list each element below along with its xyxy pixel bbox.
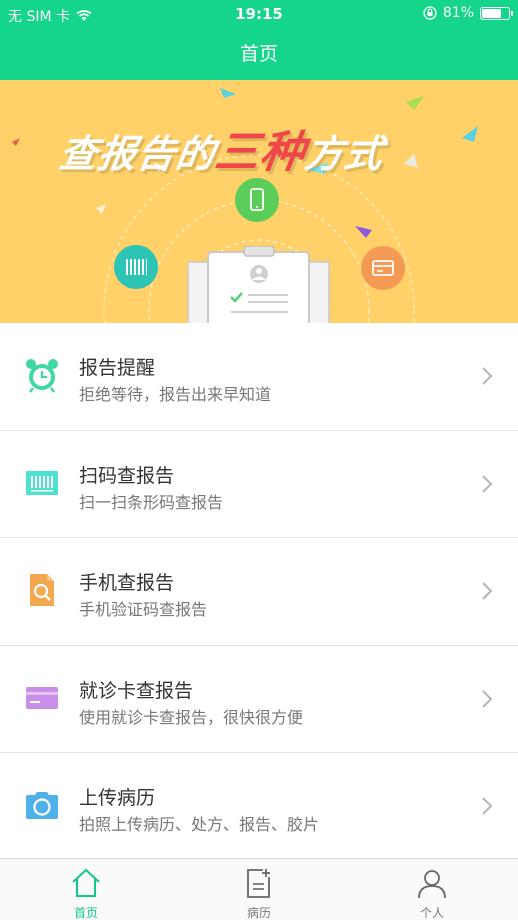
chevron-right-icon [482,367,493,385]
tab-home[interactable]: 首页 [0,859,172,920]
banner-headline: 查报告的三种方式 [56,116,389,180]
medical-record-icon [247,869,270,898]
banner-phone-icon [235,178,279,222]
battery-percent: 81% [442,5,474,21]
battery-icon [480,6,513,20]
menu-item-title: 扫码查报告 [79,464,175,487]
tab-label: 病历 [246,906,271,920]
banner-card-icon [361,246,405,290]
banner-barcode-icon [114,245,158,289]
menu-item-subtitle: 拒绝等待，报告出来早知道 [79,385,272,404]
tab-bar: 首页 病历 个人 [0,858,518,920]
menu-item-subtitle: 使用就诊卡查报告，很快很方便 [79,707,304,727]
menu-item-clinic-card[interactable]: 就诊卡查报告 使用就诊卡查报告，很快很方便 [0,645,518,753]
chevron-right-icon [482,689,493,708]
document-search-icon [30,574,54,606]
menu-list: 报告提醒 拒绝等待，报告出来早知道 扫码查报告 扫一扫条形码查报告 手机查报告 … [0,323,518,861]
nav-bar: 首页 [0,28,518,80]
menu-item-title: 手机查报告 [79,572,175,594]
person-icon [418,870,446,899]
home-icon [72,868,100,897]
menu-item-phone-report[interactable]: 手机查报告 手机验证码查报告 [0,538,518,646]
alarm-clock-icon [26,359,58,393]
chevron-right-icon [482,582,493,600]
menu-item-subtitle: 手机验证码查报告 [79,600,208,619]
tab-personal[interactable]: 个人 [346,859,518,920]
menu-item-subtitle: 拍照上传病历、处方、报告、胶片 [79,815,320,834]
banner[interactable]: 查报告的三种方式 [0,80,518,323]
clipboard-illustration [186,245,331,323]
menu-item-scan-barcode[interactable]: 扫码查报告 扫一扫条形码查报告 [0,430,518,538]
headline-highlight: 三种 [211,127,309,178]
card-icon [26,686,58,709]
menu-item-title: 就诊卡查报告 [79,679,194,702]
chevron-right-icon [482,797,493,815]
camera-icon [26,792,58,819]
menu-item-title: 报告提醒 [79,357,156,379]
tab-medical-record[interactable]: 病历 [173,859,345,920]
menu-item-report-reminder[interactable]: 报告提醒 拒绝等待，报告出来早知道 [0,323,518,431]
menu-item-subtitle: 扫一扫条形码查报告 [79,492,224,512]
headline-part1: 查报告的 [56,132,219,176]
tab-label: 首页 [73,906,98,920]
rotation-lock-icon [423,6,437,20]
headline-part2: 方式 [302,132,387,176]
tab-label: 个人 [419,906,444,920]
menu-item-upload-record[interactable]: 上传病历 拍照上传病历、处方、报告、胶片 [0,753,518,861]
status-bar: 无 SIM 卡 19:15 81% [0,0,518,28]
menu-item-title: 上传病历 [79,787,156,809]
chevron-right-icon [482,474,493,493]
barcode-icon [26,470,58,495]
page-title: 首页 [239,43,278,65]
